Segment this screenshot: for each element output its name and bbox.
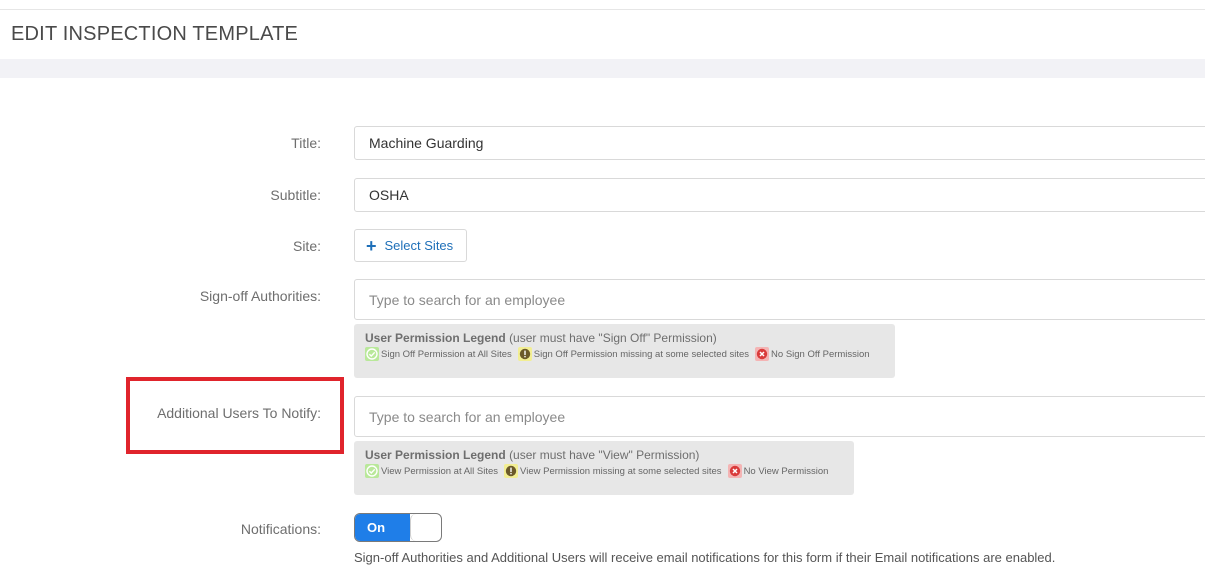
signoff-permission-legend: User Permission Legend (user must have "…: [354, 324, 895, 378]
plus-icon: +: [366, 235, 377, 256]
legend-heading: User Permission Legend (user must have "…: [365, 448, 843, 462]
warning-icon: [504, 464, 519, 478]
select-sites-button[interactable]: + Select Sites: [354, 229, 467, 262]
title-input[interactable]: Machine Guarding: [354, 126, 1205, 160]
notifications-label: Notifications:: [240, 521, 321, 537]
legend-item-text: No View Permission: [743, 465, 829, 477]
additional-users-label: Additional Users To Notify:: [157, 405, 321, 421]
select-sites-label: Select Sites: [384, 238, 454, 253]
legend-title: User Permission Legend: [365, 331, 506, 345]
additional-users-search-input[interactable]: Type to search for an employee: [354, 396, 1205, 437]
check-icon: [365, 347, 379, 361]
check-icon: [365, 464, 379, 478]
legend-title: User Permission Legend: [365, 448, 506, 462]
subtitle-input[interactable]: OSHA: [354, 178, 1205, 212]
page-title: EDIT INSPECTION TEMPLATE: [11, 23, 299, 45]
site-label: Site:: [292, 238, 321, 254]
title-label: Title:: [291, 135, 321, 151]
notifications-help-text: Sign-off Authorities and Additional User…: [354, 550, 1056, 565]
legend-row: View Permission at All Sites View Permis…: [365, 464, 843, 478]
signoff-authorities-label: Sign-off Authorities:: [199, 288, 321, 304]
x-icon: [755, 347, 770, 361]
notifications-toggle[interactable]: On: [354, 513, 442, 542]
header-band: [0, 59, 1205, 78]
view-permission-legend: User Permission Legend (user must have "…: [354, 441, 854, 495]
legend-item-text: View Permission missing at some selected…: [520, 465, 722, 477]
legend-item-text: View Permission at All Sites: [381, 465, 499, 477]
legend-heading: User Permission Legend (user must have "…: [365, 331, 884, 345]
top-divider: [0, 9, 1205, 10]
toggle-on-label: On: [355, 514, 410, 541]
toggle-knob: [410, 514, 441, 541]
legend-item-text: Sign Off Permission missing at some sele…: [533, 348, 750, 360]
legend-row: Sign Off Permission at All Sites Sign Of…: [365, 347, 884, 361]
subtitle-label: Subtitle:: [270, 187, 321, 203]
legend-note: (user must have "View" Permission): [509, 448, 700, 462]
warning-icon: [517, 347, 532, 361]
legend-item-text: No Sign Off Permission: [771, 348, 870, 360]
legend-note: (user must have "Sign Off" Permission): [509, 331, 717, 345]
signoff-authorities-search-input[interactable]: Type to search for an employee: [354, 279, 1205, 320]
x-icon: [727, 464, 742, 478]
legend-item-text: Sign Off Permission at All Sites: [381, 348, 512, 360]
